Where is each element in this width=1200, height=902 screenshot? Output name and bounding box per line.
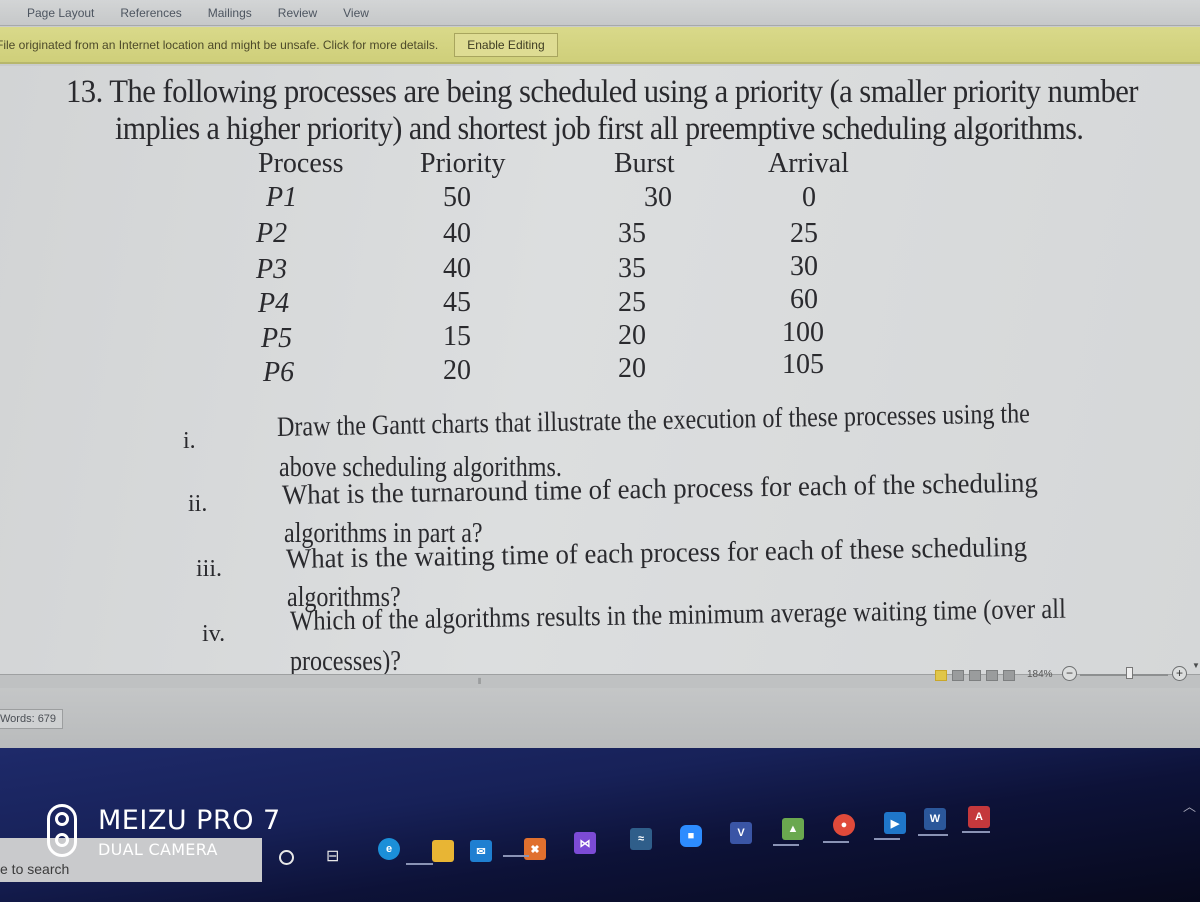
wireshark-icon[interactable]: ≈ (630, 828, 652, 850)
table-cell-burst: 35 (618, 253, 646, 284)
running-indicator (874, 838, 900, 840)
watermark-subtitle: DUAL CAMERA (98, 840, 218, 859)
tab-review[interactable]: Review (278, 6, 317, 20)
table-cell-burst: 20 (618, 320, 646, 351)
horizontal-scrollbar[interactable]: ⦀ (0, 674, 1200, 688)
zoom-in-button[interactable]: + (1172, 666, 1187, 681)
access-icon[interactable]: A (968, 806, 990, 828)
question-line-1: 13. The following processes are being sc… (66, 74, 1139, 110)
table-cell-priority: 20 (443, 355, 471, 386)
zoom-level[interactable]: 184% (1027, 669, 1053, 680)
table-cell-process: P2 (256, 218, 288, 249)
part-number: i. (183, 428, 196, 454)
status-bar: 184% − + Words: 679 (0, 666, 1200, 748)
question-line-2: implies a higher priority) and shortest … (115, 111, 1084, 147)
draft-view-icon[interactable] (1003, 670, 1015, 681)
table-cell-priority: 40 (443, 253, 471, 284)
table-cell-process: P3 (256, 254, 288, 285)
table-cell-burst: 35 (618, 218, 646, 249)
table-cell-priority: 15 (443, 321, 471, 352)
edge-icon[interactable]: e (378, 838, 400, 860)
dual-camera-icon (47, 804, 77, 857)
zoom-slider-thumb[interactable] (1126, 667, 1133, 679)
running-indicator (823, 841, 849, 843)
protected-view-bar: File originated from an Internet locatio… (0, 27, 1200, 64)
part-number: iv. (202, 621, 226, 647)
table-cell-process: P4 (258, 288, 290, 319)
mail-icon[interactable]: ✉ (470, 840, 492, 862)
protected-view-message[interactable]: File originated from an Internet locatio… (0, 38, 438, 52)
running-indicator (406, 863, 433, 865)
document-page: 13. The following processes are being sc… (0, 66, 1200, 692)
scrollbar-grip-icon[interactable]: ⦀ (478, 677, 486, 686)
running-indicator (503, 855, 529, 857)
part-text: Which of the algorithms results in the m… (289, 593, 1067, 637)
part-text: Draw the Gantt charts that illustrate th… (276, 398, 1031, 443)
table-cell-process: P1 (266, 182, 298, 213)
table-cell-arrival: 0 (802, 182, 816, 213)
zoom-icon[interactable]: ■ (680, 825, 702, 847)
visio-icon[interactable]: V (730, 822, 752, 844)
table-cell-arrival: 105 (782, 349, 824, 380)
tab-view[interactable]: View (343, 6, 369, 20)
word-icon[interactable]: W (924, 808, 946, 830)
cortana-icon[interactable] (279, 850, 294, 865)
table-cell-process: P5 (261, 323, 293, 354)
file-explorer-icon[interactable] (432, 840, 454, 862)
system-tray-chevron-icon[interactable]: ︿ (1183, 796, 1196, 815)
tab-references[interactable]: References (120, 6, 181, 20)
table-header-arrival: Arrival (768, 148, 849, 179)
table-header-process: Process (258, 148, 344, 179)
android-studio-icon[interactable]: ▲ (782, 818, 804, 840)
table-cell-burst: 25 (618, 287, 646, 318)
task-view-icon[interactable]: ⊟ (326, 846, 339, 866)
table-header-burst: Burst (614, 148, 675, 179)
table-cell-priority: 50 (443, 182, 471, 213)
visual-studio-icon[interactable]: ⋈ (574, 832, 596, 854)
tab-mailings[interactable]: Mailings (208, 6, 252, 20)
table-cell-arrival: 30 (790, 251, 818, 282)
print-layout-view-icon[interactable] (935, 670, 947, 681)
tab-page-layout[interactable]: Page Layout (27, 6, 94, 20)
table-cell-arrival: 60 (790, 284, 818, 315)
view-buttons (935, 670, 1015, 681)
chrome-icon[interactable]: ● (833, 814, 855, 836)
table-cell-arrival: 25 (790, 218, 818, 249)
part-number: ii. (188, 491, 208, 517)
ribbon-tabs: Page Layout References Mailings Review V… (0, 0, 1200, 26)
table-cell-burst: 30 (644, 182, 672, 213)
running-indicator (918, 834, 948, 836)
camera-lens-icon (55, 833, 69, 847)
watermark-title: MEIZU PRO 7 (98, 805, 281, 836)
table-cell-process: P6 (263, 357, 295, 388)
zoom-slider-track[interactable] (1080, 674, 1168, 676)
running-indicator (773, 844, 799, 846)
word-count[interactable]: Words: 679 (0, 709, 64, 729)
enable-editing-button[interactable]: Enable Editing (454, 32, 558, 57)
zoom-out-button[interactable]: − (1062, 666, 1077, 681)
media-player-icon[interactable]: ▶ (884, 812, 906, 834)
table-cell-arrival: 100 (782, 317, 824, 348)
search-placeholder: e to search (0, 861, 70, 877)
table-header-priority: Priority (420, 148, 506, 179)
table-cell-priority: 45 (443, 287, 471, 318)
camera-lens-icon (55, 812, 69, 826)
table-cell-priority: 40 (443, 218, 471, 249)
web-layout-view-icon[interactable] (969, 670, 981, 681)
full-screen-reading-view-icon[interactable] (952, 670, 964, 681)
running-indicator (962, 831, 990, 833)
part-number: iii. (196, 556, 223, 582)
outline-view-icon[interactable] (986, 670, 998, 681)
table-cell-burst: 20 (618, 353, 646, 384)
